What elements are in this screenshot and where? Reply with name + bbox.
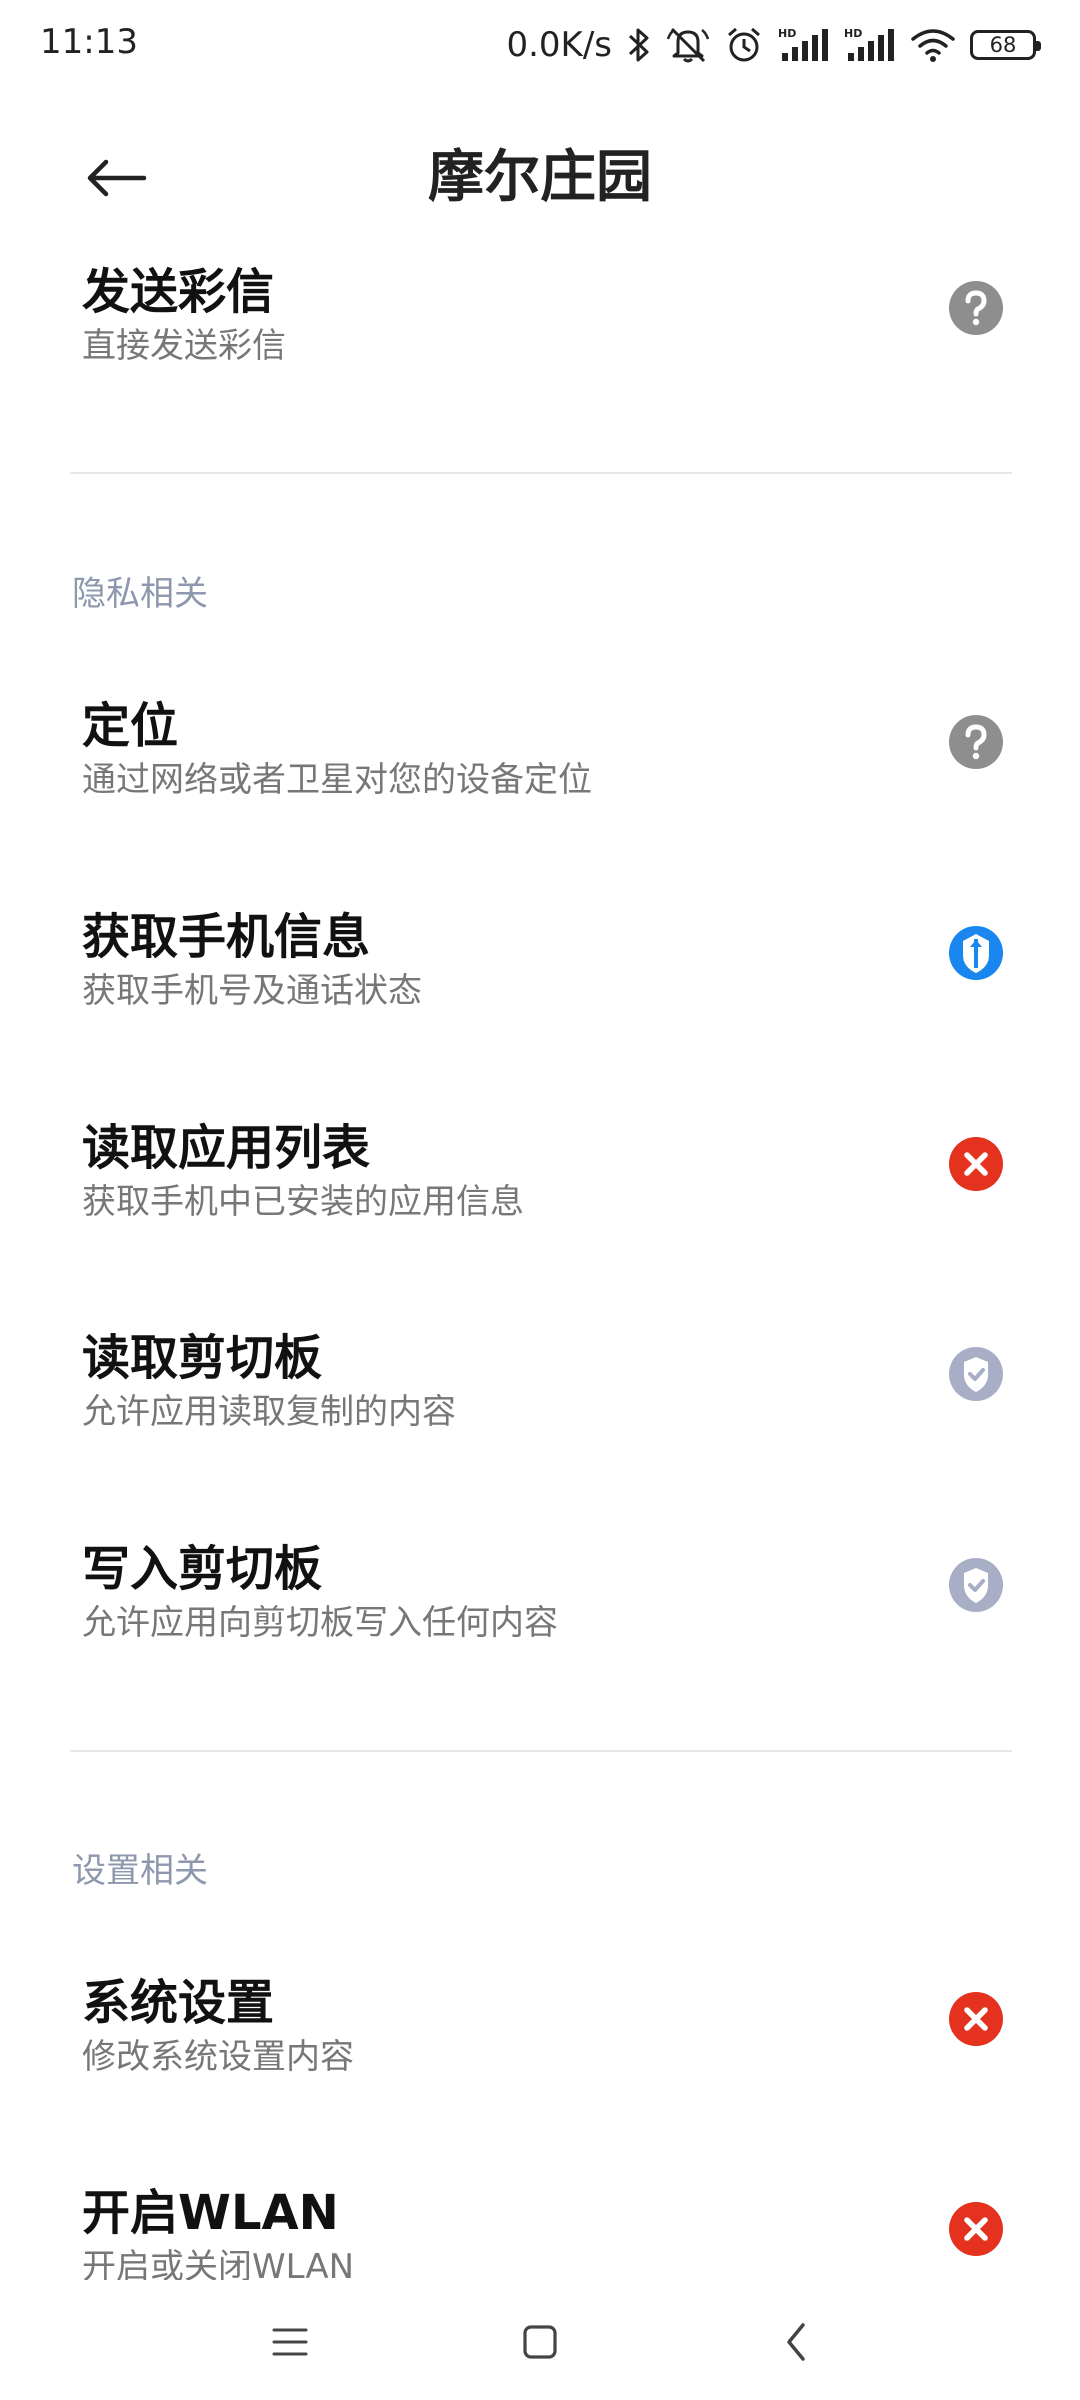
status-icons: 0.0K/s HD HD 68 [506, 18, 1041, 72]
signal-hd-icon-2: HD [844, 27, 894, 61]
back-chevron-icon [787, 2323, 805, 2361]
permission-title: 写入剪切板 [82, 1541, 323, 1597]
divider [70, 472, 1012, 474]
permission-description: 允许应用读取复制的内容 [82, 1392, 456, 1432]
permission-description: 直接发送彩信 [82, 326, 286, 366]
status-bar: 11:13 0.0K/s HD HD 68 [0, 0, 1080, 90]
question-status-icon[interactable] [948, 714, 1004, 770]
permission-title: 开启WLAN [82, 2185, 339, 2241]
navigation-bar [0, 2280, 1080, 2400]
allowed-shield-icon[interactable] [948, 1346, 1004, 1402]
permission-title: 发送彩信 [82, 264, 275, 320]
permission-item-read-clipboard[interactable]: 读取剪切板 允许应用读取复制的内容 [0, 1318, 1080, 1528]
permission-item-send-mms[interactable]: 发送彩信 直接发送彩信 [0, 252, 1080, 462]
menu-icon [272, 2328, 308, 2356]
permission-item-system-settings[interactable]: 系统设置 修改系统设置内容 [0, 1963, 1080, 2173]
bluetooth-icon [628, 28, 649, 62]
section-header-privacy: 隐私相关 [72, 574, 208, 614]
permission-item-write-clipboard[interactable]: 写入剪切板 允许应用向剪切板写入任何内容 [0, 1529, 1080, 1739]
permission-item-phone-info[interactable]: 获取手机信息 获取手机号及通话状态 [0, 897, 1080, 1107]
battery-level: 68 [989, 32, 1017, 57]
permission-description: 获取手机号及通话状态 [82, 971, 422, 1011]
permission-title: 读取剪切板 [82, 1330, 323, 1386]
denied-status-icon[interactable] [948, 2201, 1004, 2257]
mute-icon [666, 27, 710, 63]
battery-icon: 68 [970, 30, 1041, 60]
permission-description: 获取手机中已安装的应用信息 [82, 1182, 524, 1222]
permission-title: 获取手机信息 [82, 909, 371, 965]
permission-description: 修改系统设置内容 [82, 2037, 354, 2077]
svg-text:HD: HD [778, 27, 796, 40]
allowed-shield-icon[interactable] [948, 1557, 1004, 1613]
svg-text:HD: HD [844, 27, 862, 40]
home-button[interactable] [500, 2302, 580, 2382]
signal-hd-icon: HD [778, 27, 828, 61]
home-square-icon [523, 2325, 557, 2359]
question-status-icon[interactable] [948, 280, 1004, 336]
alarm-icon [728, 27, 760, 62]
permission-item-read-app-list[interactable]: 读取应用列表 获取手机中已安装的应用信息 [0, 1108, 1080, 1318]
denied-status-icon[interactable] [948, 1136, 1004, 1192]
permission-item-location[interactable]: 定位 通过网络或者卫星对您的设备定位 [0, 686, 1080, 896]
page-title: 摩尔庄园 [428, 145, 652, 210]
permission-description: 允许应用向剪切板写入任何内容 [82, 1603, 558, 1643]
divider [70, 1750, 1012, 1752]
network-speed: 0.0K/s [506, 25, 612, 65]
status-time: 11:13 [40, 22, 138, 62]
denied-status-icon[interactable] [948, 1991, 1004, 2047]
permission-title: 系统设置 [82, 1975, 275, 2031]
permission-title: 读取应用列表 [82, 1120, 371, 1176]
recent-apps-button[interactable] [250, 2302, 330, 2382]
system-back-button[interactable] [756, 2302, 836, 2382]
permission-description: 通过网络或者卫星对您的设备定位 [82, 760, 592, 800]
permission-title: 定位 [82, 698, 179, 754]
section-header-settings: 设置相关 [72, 1851, 208, 1891]
ask-status-icon[interactable] [948, 925, 1004, 981]
wifi-icon [911, 29, 955, 62]
